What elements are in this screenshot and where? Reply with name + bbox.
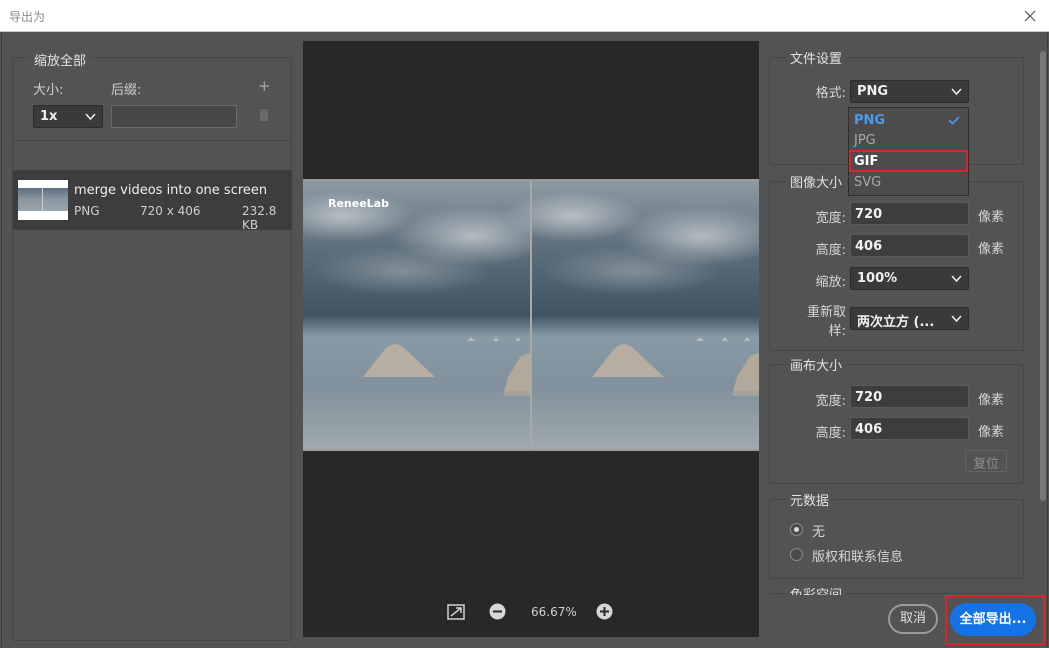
suffix-label: 后缀: [111, 83, 142, 98]
resample-select-value: 两次立方 (... [857, 315, 935, 330]
image-width-unit: 像素 [978, 210, 1005, 225]
canvas-height-label: 高度: [815, 426, 846, 441]
cancel-button[interactable]: 取消 [888, 604, 938, 634]
asset-filesize: 232.8 KB [242, 204, 277, 232]
window-title: 导出为 [9, 10, 46, 24]
canvas-size-group: 画布大小 宽度: 720 像素 高度: 406 像素 复位 [769, 355, 1024, 484]
chevron-down-icon [951, 88, 962, 96]
format-option-svg[interactable]: SVG [849, 172, 968, 192]
zoom-level: 66.67% [531, 605, 577, 619]
format-option-gif-label: GIF [854, 154, 879, 169]
canvas-width-unit: 像素 [978, 393, 1005, 408]
suffix-input[interactable] [111, 105, 237, 128]
canvas-height-unit: 像素 [978, 425, 1005, 440]
metadata-group: 元数据 无 版权和联系信息 [769, 490, 1024, 579]
chevron-down-icon [951, 315, 962, 323]
watermark-text: ReneeLab [328, 197, 389, 210]
size-select[interactable]: 1x [33, 105, 103, 128]
color-space-legend: 色彩空间 [786, 584, 847, 595]
scale-select[interactable]: 100% [850, 267, 969, 290]
format-option-jpg[interactable]: JPG [849, 130, 968, 150]
asset-thumbnail [18, 180, 68, 220]
canvas-width-label: 宽度: [815, 394, 846, 409]
size-select-value: 1x [40, 109, 58, 124]
resample-select[interactable]: 两次立方 (... [850, 307, 969, 330]
zoom-bar: 66.67% [303, 601, 759, 625]
image-height-unit: 像素 [978, 242, 1005, 257]
asset-format: PNG [74, 204, 100, 218]
scale-label: 缩放: [815, 275, 846, 290]
image-size-legend: 图像大小 [786, 172, 847, 191]
format-select[interactable]: PNG [850, 80, 969, 103]
size-label: 大小: [33, 83, 64, 98]
image-height-label: 高度: [815, 243, 846, 258]
chevron-down-icon [951, 275, 962, 283]
format-label: 格式: [815, 86, 846, 101]
metadata-copyright-radio[interactable] [790, 548, 803, 561]
metadata-legend: 元数据 [786, 490, 834, 509]
assets-panel: 缩放全部 大小: 后缀: + 1x merge videos into one … [12, 50, 292, 641]
format-option-png[interactable]: PNG [849, 110, 968, 130]
resample-label-line2: 样: [828, 324, 846, 339]
image-height-input[interactable]: 406 [850, 234, 969, 257]
scrollbar-thumb[interactable] [1040, 51, 1046, 501]
zoom-in-icon[interactable] [596, 603, 613, 620]
image-size-group: 图像大小 宽度: 720 像素 高度: 406 像素 缩放: 100% 重新取 … [769, 172, 1024, 351]
canvas-height-input[interactable]: 406 [850, 417, 969, 440]
format-option-svg-label: SVG [854, 175, 882, 190]
file-settings-legend: 文件设置 [786, 48, 847, 67]
settings-scrollbar[interactable] [1038, 41, 1048, 595]
fit-screen-icon[interactable] [447, 604, 465, 620]
image-width-input[interactable]: 720 [850, 202, 969, 225]
add-scale-icon[interactable]: + [258, 77, 271, 95]
zoom-out-icon[interactable] [489, 603, 506, 620]
metadata-none-radio[interactable] [790, 523, 803, 536]
format-select-value: PNG [857, 84, 889, 99]
metadata-copyright-label: 版权和联系信息 [812, 550, 904, 565]
scale-select-value: 100% [857, 271, 898, 286]
chevron-down-icon [85, 113, 96, 121]
format-option-jpg-label: JPG [854, 133, 876, 148]
preview-image-graphic [303, 181, 759, 449]
image-width-label: 宽度: [815, 211, 846, 226]
scale-all-legend: 缩放全部 [30, 50, 91, 69]
canvas-size-legend: 画布大小 [786, 355, 847, 374]
reset-button[interactable]: 复位 [965, 450, 1008, 472]
asset-item[interactable]: merge videos into one screen PNG 720 x 4… [13, 170, 292, 232]
metadata-none-label: 无 [812, 525, 826, 540]
preview-image: ReneeLab [303, 179, 759, 451]
scale-all-group: 缩放全部 大小: 后缀: + 1x [13, 50, 291, 141]
export-all-button[interactable]: 全部导出... [950, 603, 1036, 636]
close-icon[interactable] [1017, 3, 1043, 29]
resample-label-line1: 重新取 [806, 305, 846, 320]
preview-area: ReneeLab 66.67% [303, 41, 759, 637]
title-bar: 导出为 [0, 0, 1049, 32]
checkmark-icon [948, 116, 960, 125]
format-dropdown-list: PNG JPG GIF SVG [848, 107, 969, 196]
format-option-png-label: PNG [854, 113, 886, 128]
format-option-gif[interactable]: GIF [849, 150, 968, 172]
trash-icon[interactable] [259, 109, 269, 121]
asset-dimensions: 720 x 406 [140, 204, 201, 218]
asset-name: merge videos into one screen [74, 183, 268, 198]
canvas-width-input[interactable]: 720 [850, 385, 969, 408]
